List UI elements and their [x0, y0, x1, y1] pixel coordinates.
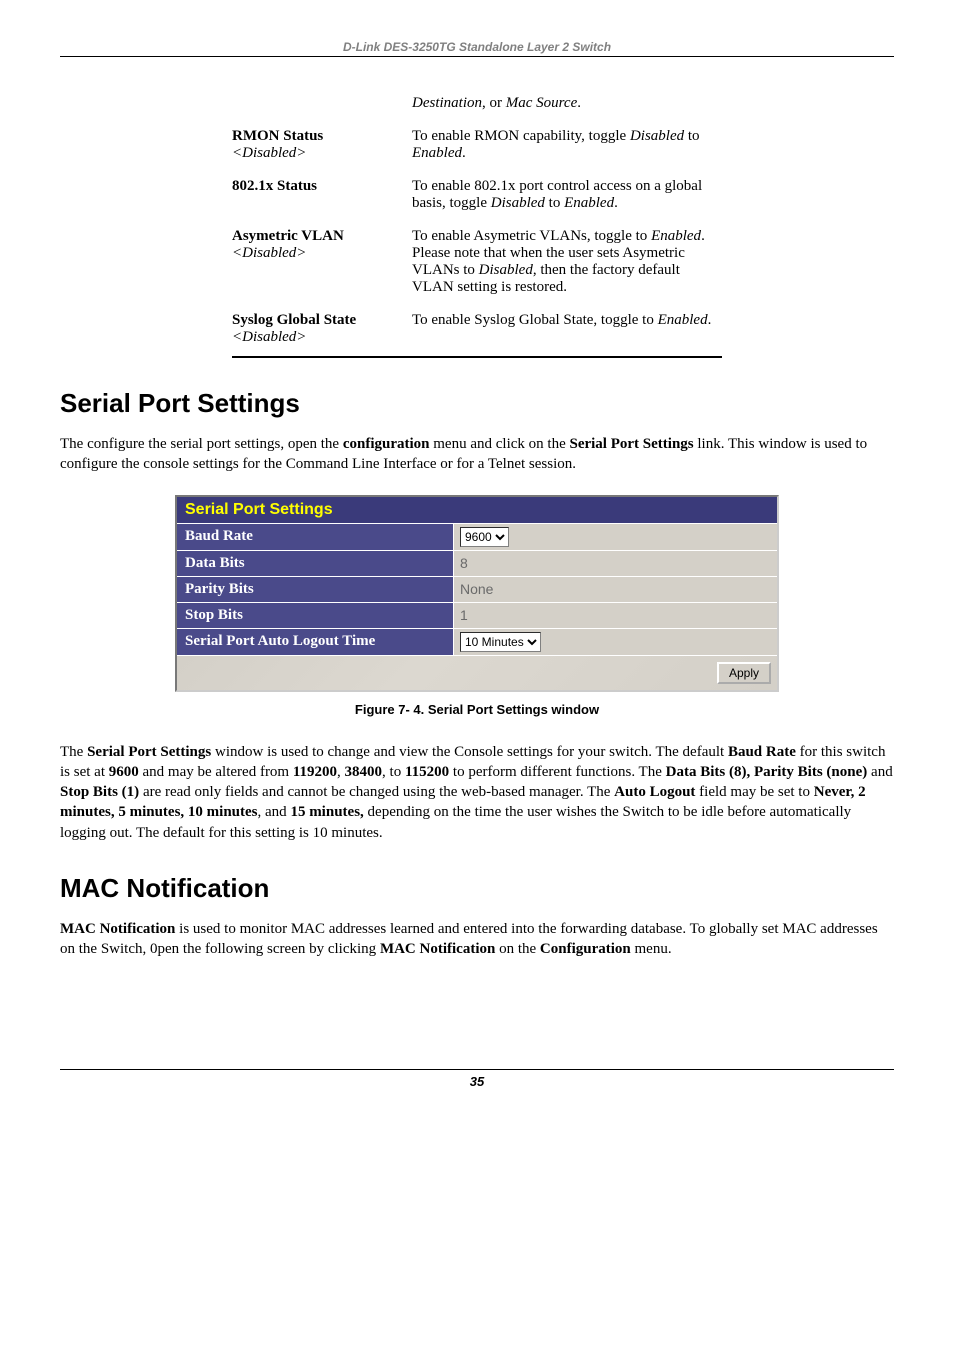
- select-baud-rate[interactable]: 9600: [460, 527, 509, 547]
- select-auto-logout[interactable]: 10 Minutes: [460, 632, 541, 652]
- row-syslog: Syslog Global State <Disabled> To enable…: [232, 304, 722, 357]
- row-stop-bits: Stop Bits 1: [177, 602, 777, 628]
- para-serial-explain: The Serial Port Settings window is used …: [60, 742, 894, 843]
- value-data-bits: 8: [454, 551, 777, 576]
- para-serial-intro: The configure the serial port settings, …: [60, 434, 894, 475]
- serial-port-settings-panel: Serial Port Settings Baud Rate 9600 Data…: [175, 495, 779, 692]
- label-stop-bits: Stop Bits: [177, 603, 454, 628]
- label-auto-logout: Serial Port Auto Logout Time: [177, 629, 454, 655]
- page-number: 35: [470, 1074, 484, 1089]
- label-baud-rate: Baud Rate: [177, 524, 454, 550]
- state-asymvlan: <Disabled>: [232, 245, 306, 261]
- text-destination: Destination: [412, 95, 482, 111]
- label-data-bits: Data Bits: [177, 551, 454, 576]
- text-mac-source: Mac Source: [506, 95, 578, 111]
- row-rmon: RMON Status <Disabled> To enable RMON ca…: [232, 120, 722, 170]
- value-stop-bits: 1: [454, 603, 777, 628]
- page-header: D-Link DES-3250TG Standalone Layer 2 Swi…: [60, 40, 894, 57]
- heading-mac-notification: MAC Notification: [60, 873, 894, 904]
- row-auto-logout: Serial Port Auto Logout Time 10 Minutes: [177, 628, 777, 655]
- row-destination-fragment: Destination, or Mac Source.: [232, 87, 722, 120]
- label-parity-bits: Parity Bits: [177, 577, 454, 602]
- figure-caption: Figure 7- 4. Serial Port Settings window: [60, 702, 894, 717]
- page-footer: 35: [60, 1069, 894, 1089]
- value-parity-bits: None: [454, 577, 777, 602]
- row-baud-rate: Baud Rate 9600: [177, 523, 777, 550]
- row-data-bits: Data Bits 8: [177, 550, 777, 576]
- header-title: D-Link DES-3250TG Standalone Layer 2 Swi…: [60, 40, 894, 54]
- row-asymvlan: Asymetric VLAN <Disabled> To enable Asym…: [232, 220, 722, 304]
- label-syslog: Syslog Global State: [232, 312, 356, 328]
- label-asymvlan: Asymetric VLAN: [232, 228, 344, 244]
- heading-serial-port-settings: Serial Port Settings: [60, 388, 894, 419]
- panel-footer: Apply: [177, 655, 777, 690]
- para-mac-notification: MAC Notification is used to monitor MAC …: [60, 919, 894, 960]
- label-rmon: RMON Status: [232, 128, 323, 144]
- state-syslog: <Disabled>: [232, 329, 306, 345]
- label-8021x: 802.1x Status: [232, 178, 317, 194]
- parameter-table: Destination, or Mac Source. RMON Status …: [232, 87, 722, 358]
- row-8021x: 802.1x Status To enable 802.1x port cont…: [232, 170, 722, 220]
- apply-button[interactable]: Apply: [717, 662, 771, 684]
- row-parity-bits: Parity Bits None: [177, 576, 777, 602]
- state-rmon: <Disabled>: [232, 145, 306, 161]
- panel-title: Serial Port Settings: [177, 497, 777, 523]
